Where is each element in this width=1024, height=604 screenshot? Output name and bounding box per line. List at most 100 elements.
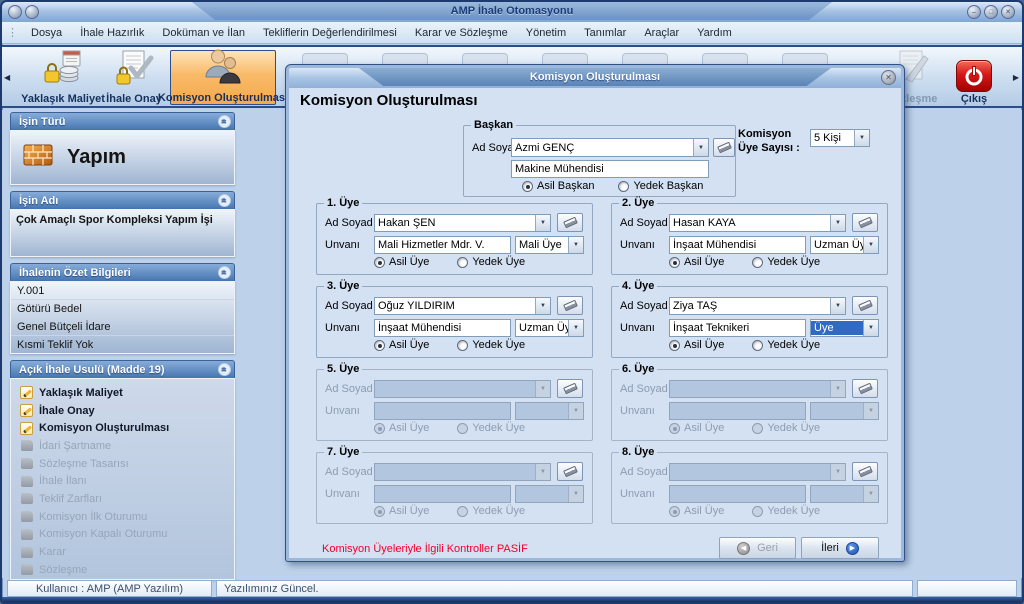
- dropdown-arrow-icon[interactable]: ▼: [854, 130, 869, 146]
- member-title-input[interactable]: İnşaat Mühendisi: [669, 236, 806, 254]
- dropdown-arrow-icon[interactable]: ▼: [693, 139, 708, 156]
- collapse-chevron-icon[interactable]: «: [218, 115, 231, 128]
- chairman-name-combo[interactable]: Azmi GENÇ ▼: [511, 138, 709, 157]
- member-role-combo[interactable]: ▼: [515, 402, 584, 420]
- yedek-uye-radio[interactable]: Yedek Üye: [752, 339, 820, 351]
- yedek-uye-radio[interactable]: Yedek Üye: [752, 256, 820, 268]
- dropdown-arrow-icon[interactable]: ▼: [568, 237, 583, 253]
- toolbar-scroll-right-icon[interactable]: ▶: [1013, 73, 1019, 82]
- yedek-uye-radio[interactable]: Yedek Üye: [752, 505, 820, 517]
- procedure-step-item[interactable]: Komisyon Kapalı Oturumu: [11, 526, 234, 544]
- panel-header[interactable]: İşin Adı «: [10, 191, 235, 209]
- dialog-close-icon[interactable]: ✕: [881, 70, 896, 85]
- asil-uye-radio[interactable]: Asil Üye: [374, 422, 429, 434]
- menu-item-3[interactable]: Doküman ve İlan: [153, 24, 254, 42]
- member-name-combo[interactable]: ▼: [374, 463, 551, 481]
- dropdown-arrow-icon[interactable]: ▼: [535, 298, 550, 314]
- dropdown-arrow-icon[interactable]: ▼: [863, 403, 878, 419]
- asil-uye-radio[interactable]: Asil Üye: [374, 505, 429, 517]
- yedek-baskan-radio[interactable]: Yedek Başkan: [618, 180, 703, 192]
- dropdown-arrow-icon[interactable]: ▼: [863, 486, 878, 502]
- dropdown-arrow-icon[interactable]: ▼: [863, 237, 878, 253]
- member-name-combo[interactable]: ▼: [669, 463, 846, 481]
- member-name-combo[interactable]: ▼: [374, 380, 551, 398]
- asil-uye-radio[interactable]: Asil Üye: [374, 339, 429, 351]
- member-clear-button[interactable]: [852, 462, 878, 481]
- asil-uye-radio[interactable]: Asil Üye: [374, 256, 429, 268]
- member-role-combo[interactable]: ▼: [810, 402, 879, 420]
- menu-item-8[interactable]: Araçlar: [635, 24, 688, 42]
- member-name-combo[interactable]: Ziya TAŞ ▼: [669, 297, 846, 315]
- toolbar-scroll-left-icon[interactable]: ◀: [4, 73, 10, 82]
- member-name-combo[interactable]: Oğuz YILDIRIM ▼: [374, 297, 551, 315]
- member-clear-button[interactable]: [852, 213, 878, 232]
- menu-item-1[interactable]: Dosya: [22, 24, 71, 42]
- minimize-button[interactable]: –: [967, 5, 981, 19]
- yedek-uye-radio[interactable]: Yedek Üye: [457, 505, 525, 517]
- member-title-input[interactable]: [669, 485, 806, 503]
- close-button[interactable]: ✕: [1001, 5, 1015, 19]
- procedure-step-item[interactable]: Yaklaşık Maliyet: [11, 384, 234, 402]
- member-clear-button[interactable]: [557, 379, 583, 398]
- member-role-combo[interactable]: Uzman Üye ▼: [810, 236, 879, 254]
- toolbar-item-cikis[interactable]: Çıkış: [942, 50, 1006, 105]
- member-title-input[interactable]: Mali Hizmetler Mdr. V.: [374, 236, 511, 254]
- procedure-step-item[interactable]: Komisyon Oluşturulması: [11, 419, 234, 437]
- member-count-combo[interactable]: 5 Kişi ▼: [810, 129, 870, 147]
- yedek-uye-radio[interactable]: Yedek Üye: [752, 422, 820, 434]
- procedure-step-item[interactable]: Teklif Zarfları: [11, 490, 234, 508]
- dropdown-arrow-icon[interactable]: ▼: [830, 381, 845, 397]
- member-clear-button[interactable]: [852, 296, 878, 315]
- dropdown-arrow-icon[interactable]: ▼: [830, 464, 845, 480]
- maximize-button[interactable]: □: [984, 5, 998, 19]
- toolbar-item-yaklasik-maliyet[interactable]: Yaklaşık Maliyet: [20, 50, 106, 105]
- menu-item-6[interactable]: Yönetim: [517, 24, 575, 42]
- asil-uye-radio[interactable]: Asil Üye: [669, 422, 724, 434]
- menu-drag-handle-icon[interactable]: ⋮: [2, 26, 22, 39]
- panel-header[interactable]: İşin Türü «: [10, 112, 235, 130]
- member-role-combo[interactable]: ▼: [810, 485, 879, 503]
- menu-item-5[interactable]: Karar ve Sözleşme: [406, 24, 517, 42]
- collapse-chevron-icon[interactable]: «: [218, 363, 231, 376]
- dropdown-arrow-icon[interactable]: ▼: [830, 215, 845, 231]
- member-clear-button[interactable]: [852, 379, 878, 398]
- back-button[interactable]: ◀ Geri: [719, 537, 796, 559]
- yedek-uye-radio[interactable]: Yedek Üye: [457, 422, 525, 434]
- member-name-combo[interactable]: Hakan ŞEN ▼: [374, 214, 551, 232]
- chairman-title-input[interactable]: Makine Mühendisi: [511, 160, 709, 178]
- yedek-uye-radio[interactable]: Yedek Üye: [457, 339, 525, 351]
- member-role-combo[interactable]: Mali Üye ▼: [515, 236, 584, 254]
- panel-header[interactable]: Açık İhale Usulü (Madde 19) «: [10, 360, 235, 378]
- dropdown-arrow-icon[interactable]: ▼: [830, 298, 845, 314]
- procedure-step-item[interactable]: İdari Şartname: [11, 437, 234, 455]
- asil-baskan-radio[interactable]: Asil Başkan: [522, 180, 594, 192]
- asil-uye-radio[interactable]: Asil Üye: [669, 339, 724, 351]
- member-title-input[interactable]: [669, 402, 806, 420]
- yedek-uye-radio[interactable]: Yedek Üye: [457, 256, 525, 268]
- member-title-input[interactable]: İnşaat Teknikeri: [669, 319, 806, 337]
- menu-item-7[interactable]: Tanımlar: [575, 24, 635, 42]
- next-button[interactable]: İleri ▶: [801, 537, 879, 559]
- dropdown-arrow-icon[interactable]: ▼: [535, 215, 550, 231]
- toolbar-item-komisyon-olusturulmasi[interactable]: Komisyon Oluşturulması: [158, 49, 288, 105]
- procedure-step-item[interactable]: Karar: [11, 543, 234, 561]
- dropdown-arrow-icon[interactable]: ▼: [863, 320, 878, 336]
- member-name-combo[interactable]: ▼: [669, 380, 846, 398]
- dropdown-arrow-icon[interactable]: ▼: [568, 486, 583, 502]
- menu-item-9[interactable]: Yardım: [688, 24, 741, 42]
- dropdown-arrow-icon[interactable]: ▼: [568, 320, 583, 336]
- menu-item-2[interactable]: İhale Hazırlık: [71, 24, 153, 42]
- procedure-step-item[interactable]: Sözleşme: [11, 561, 234, 579]
- member-title-input[interactable]: [374, 485, 511, 503]
- asil-uye-radio[interactable]: Asil Üye: [669, 256, 724, 268]
- member-title-input[interactable]: [374, 402, 511, 420]
- member-clear-button[interactable]: [557, 296, 583, 315]
- dropdown-arrow-icon[interactable]: ▼: [568, 403, 583, 419]
- panel-header[interactable]: İhalenin Özet Bilgileri «: [10, 263, 235, 281]
- chairman-clear-button[interactable]: [713, 138, 735, 157]
- collapse-chevron-icon[interactable]: «: [218, 194, 231, 207]
- member-clear-button[interactable]: [557, 213, 583, 232]
- member-title-input[interactable]: İnşaat Mühendisi: [374, 319, 511, 337]
- member-role-combo[interactable]: ▼: [515, 485, 584, 503]
- procedure-step-item[interactable]: İhale Onay: [11, 402, 234, 420]
